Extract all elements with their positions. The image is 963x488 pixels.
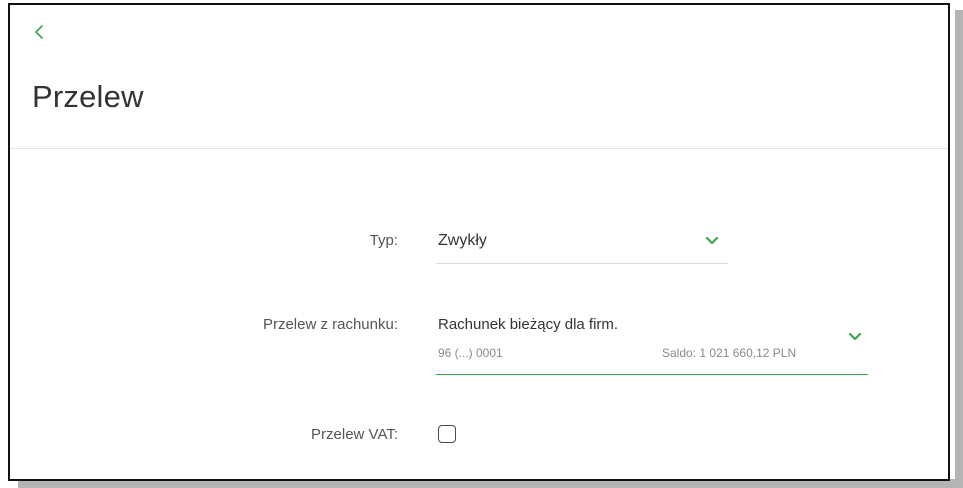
header-divider	[10, 148, 948, 149]
account-balance: Saldo: 1 021 660,12 PLN	[662, 346, 797, 360]
vat-label: Przelew VAT:	[311, 426, 398, 443]
account-label: Przelew z rachunku:	[262, 316, 398, 333]
vat-checkbox[interactable]	[438, 425, 456, 443]
account-name: Rachunek bieżący dla firm.	[438, 316, 619, 333]
type-select[interactable]: Zwykły	[436, 227, 728, 264]
account-number: 96 (...) 0001	[438, 346, 503, 360]
panel-shadow-right	[955, 10, 963, 488]
page-title: Przelew	[32, 79, 144, 114]
type-label: Typ:	[369, 232, 398, 249]
account-select[interactable]: Rachunek bieżący dla firm. 96 (...) 0001…	[436, 311, 868, 375]
chevron-left-icon	[35, 25, 43, 39]
chevron-down-icon	[848, 332, 862, 341]
type-select-value: Zwykły	[438, 232, 487, 249]
chevron-down-icon	[705, 236, 719, 245]
back-button[interactable]	[32, 23, 46, 41]
transfer-panel: Przelew Typ: Zwykły Przelew z rachunku: …	[8, 3, 950, 481]
